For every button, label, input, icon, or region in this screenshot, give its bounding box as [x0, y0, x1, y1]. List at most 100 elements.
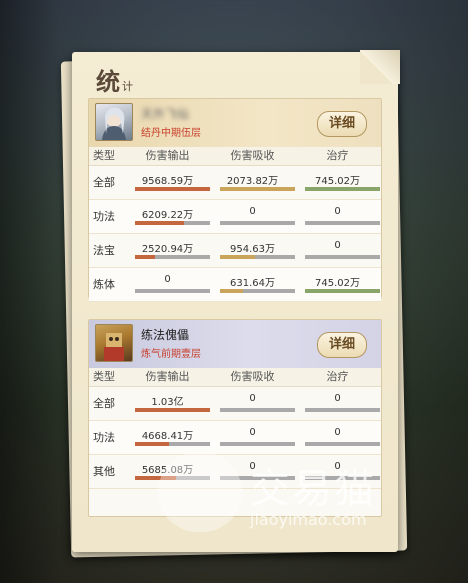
damage-absorb-cell: 631.64万: [210, 268, 295, 301]
progress-bar-fill: [135, 442, 169, 446]
progress-bar: [220, 255, 295, 259]
panel-title-main: 统: [96, 67, 120, 96]
progress-bar: [135, 442, 210, 446]
damage-absorb-cell: 0: [210, 200, 295, 233]
cell-value: 0: [334, 240, 341, 251]
cell-value: 745.02万: [315, 176, 360, 187]
progress-bar-fill: [220, 255, 255, 259]
detail-button[interactable]: 详细: [317, 111, 367, 137]
card-header: 天外飞仙 结丹中期伍层 详细: [89, 99, 381, 147]
row-label: 炼体: [93, 278, 115, 291]
progress-bar: [135, 187, 210, 191]
detail-button[interactable]: 详细: [317, 332, 367, 358]
table-row: 功法 6209.22万 0 0: [89, 200, 381, 234]
cell-value: 9568.59万: [141, 176, 194, 187]
card-header: 练法傀儡 炼气前期壹层 详细: [89, 320, 381, 368]
progress-bar: [305, 289, 380, 293]
progress-bar: [305, 221, 380, 225]
cell-value: 1.03亿: [151, 397, 184, 408]
healing-cell: 0: [295, 234, 380, 267]
progress-bar: [220, 187, 295, 191]
progress-bar: [220, 289, 295, 293]
progress-bar: [135, 255, 210, 259]
healing-cell: 745.02万: [295, 166, 380, 199]
progress-bar: [135, 221, 210, 225]
table-row: 全部 1.03亿 0 0: [89, 387, 381, 421]
progress-bar: [220, 221, 295, 225]
cell-value: 6209.22万: [141, 210, 194, 221]
watermark-brand: 交易猫: [250, 466, 376, 512]
stats-rows: 全部 9568.59万 2073.82万 745.02万 功法 6209.22万 0 0 法宝 2…: [89, 166, 381, 302]
progress-bar-fill: [305, 289, 380, 293]
cell-value: 2073.82万: [226, 176, 279, 187]
damage-absorb-cell: 2073.82万: [210, 166, 295, 199]
watermark-url: jiaoyimao.com: [250, 510, 367, 529]
damage-output-cell: 6209.22万: [125, 200, 210, 233]
progress-bar: [305, 442, 380, 446]
character-avatar: [95, 103, 133, 141]
table-header: 类型 伤害输出 伤害吸收 治疗: [89, 368, 381, 387]
left-shadow: [0, 0, 60, 583]
cell-value: 0: [249, 206, 256, 217]
progress-bar: [220, 408, 295, 412]
character-name: 天外飞仙: [141, 107, 190, 121]
cell-value: 4668.41万: [141, 431, 194, 442]
header-type: 类型: [93, 149, 115, 162]
character-name: 练法傀儡: [141, 328, 190, 342]
progress-bar-fill: [135, 221, 184, 225]
damage-absorb-cell: 0: [210, 387, 295, 420]
header-type: 类型: [93, 370, 115, 383]
header-damage-output: 伤害输出: [145, 149, 190, 162]
panel-title-sub: 计: [122, 80, 133, 93]
cell-value: 631.64万: [230, 278, 275, 289]
row-label: 其他: [93, 465, 115, 478]
table-row: 全部 9568.59万 2073.82万 745.02万: [89, 166, 381, 200]
cell-value: 0: [334, 206, 341, 217]
header-healing: 治疗: [326, 370, 349, 383]
damage-output-cell: 0: [125, 268, 210, 301]
damage-absorb-cell: 954.63万: [210, 234, 295, 267]
row-label: 法宝: [93, 244, 115, 257]
row-label: 全部: [93, 176, 115, 189]
progress-bar-fill: [220, 187, 295, 191]
table-header: 类型 伤害输出 伤害吸收 治疗: [89, 147, 381, 166]
progress-bar: [305, 255, 380, 259]
damage-output-cell: 2520.94万: [125, 234, 210, 267]
progress-bar: [135, 289, 210, 293]
healing-cell: 0: [295, 387, 380, 420]
row-label: 功法: [93, 431, 115, 444]
progress-bar: [135, 408, 210, 412]
table-row: 炼体 0 631.64万 745.02万: [89, 268, 381, 302]
progress-bar-fill: [135, 255, 155, 259]
cell-value: 954.63万: [230, 244, 275, 255]
progress-bar-fill: [305, 187, 380, 191]
progress-bar-fill: [220, 289, 243, 293]
healing-cell: 0: [295, 200, 380, 233]
progress-bar: [305, 408, 380, 412]
puppet-avatar: [95, 324, 133, 362]
cell-value: 0: [164, 274, 171, 285]
damage-output-cell: 1.03亿: [125, 387, 210, 420]
row-label: 全部: [93, 397, 115, 410]
cell-value: 0: [249, 427, 256, 438]
panel-title: 统计: [96, 62, 133, 97]
character-card-1: 天外飞仙 结丹中期伍层 详细 类型 伤害输出 伤害吸收 治疗 全部 9568.59…: [88, 98, 382, 302]
progress-bar-fill: [135, 187, 210, 191]
cat-logo-icon: [158, 452, 242, 532]
progress-bar: [305, 187, 380, 191]
table-row: 法宝 2520.94万 954.63万 0: [89, 234, 381, 268]
cell-value: 2520.94万: [141, 244, 194, 255]
damage-output-cell: 9568.59万: [125, 166, 210, 199]
header-healing: 治疗: [326, 149, 349, 162]
cell-value: 745.02万: [315, 278, 360, 289]
healing-cell: 745.02万: [295, 268, 380, 301]
row-label: 功法: [93, 210, 115, 223]
header-damage-absorb: 伤害吸收: [230, 370, 275, 383]
header-damage-absorb: 伤害吸收: [230, 149, 275, 162]
cell-value: 0: [334, 393, 341, 404]
page-corner-fold: [360, 50, 400, 84]
character-rank: 炼气前期壹层: [141, 349, 201, 360]
cell-value: 0: [334, 427, 341, 438]
progress-bar-fill: [135, 408, 210, 412]
header-damage-output: 伤害输出: [145, 370, 190, 383]
